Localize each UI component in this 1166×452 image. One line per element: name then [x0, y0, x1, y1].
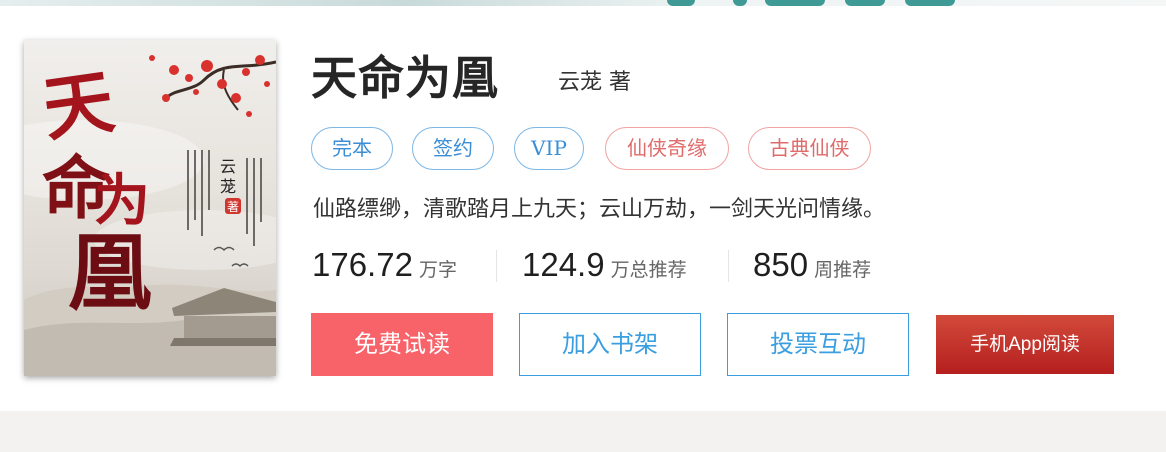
cover-author-char-1: 云: [220, 157, 236, 176]
app-read-button[interactable]: 手机App阅读: [936, 315, 1114, 374]
stat-divider: [728, 250, 729, 282]
cover-title-char-4: 凰: [68, 223, 152, 322]
book-cover[interactable]: 天 命 为 凰 云 茏 著: [24, 40, 276, 376]
cover-seal: 著: [227, 200, 239, 214]
cover-title-char-1: 天: [38, 59, 119, 151]
stat-weekly-recommend-value: 850: [753, 246, 809, 283]
book-intro: 仙路缥缈，清歌踏月上九天；云山万劫，一剑天光问情缘。: [313, 197, 886, 222]
tag-status[interactable]: 完本: [311, 127, 393, 170]
stat-word-count-value: 176.72: [312, 246, 413, 283]
cover-author-char-2: 茏: [220, 177, 236, 196]
book-author[interactable]: 云茏 著: [558, 68, 631, 98]
cover-artwork: 天 命 为 凰 云 茏 著: [24, 55, 276, 376]
stat-total-recommend-value: 124.9: [522, 246, 605, 283]
stat-weekly-recommend-unit: 周推荐: [814, 259, 872, 281]
top-banner-strip: [0, 0, 1166, 6]
tag-vip[interactable]: VIP: [514, 127, 584, 170]
stat-word-count: 176.72 万字: [312, 246, 457, 286]
tag-subgenre[interactable]: 古典仙侠: [748, 127, 871, 170]
stat-word-count-unit: 万字: [418, 259, 457, 281]
stat-total-recommend: 124.9 万总推荐: [522, 246, 687, 286]
banner-decoration: [655, 0, 985, 8]
add-to-shelf-button[interactable]: 加入书架: [519, 313, 701, 376]
book-title: 天命为凰: [311, 51, 499, 105]
tag-genre[interactable]: 仙侠奇缘: [605, 127, 729, 170]
footer-band: [0, 411, 1166, 452]
stat-divider: [496, 250, 497, 282]
tag-signed[interactable]: 签约: [412, 127, 494, 170]
free-read-button[interactable]: 免费试读: [311, 313, 493, 376]
vote-interact-button[interactable]: 投票互动: [727, 313, 909, 376]
stat-total-recommend-unit: 万总推荐: [610, 259, 687, 281]
stat-weekly-recommend: 850 周推荐: [753, 246, 871, 286]
